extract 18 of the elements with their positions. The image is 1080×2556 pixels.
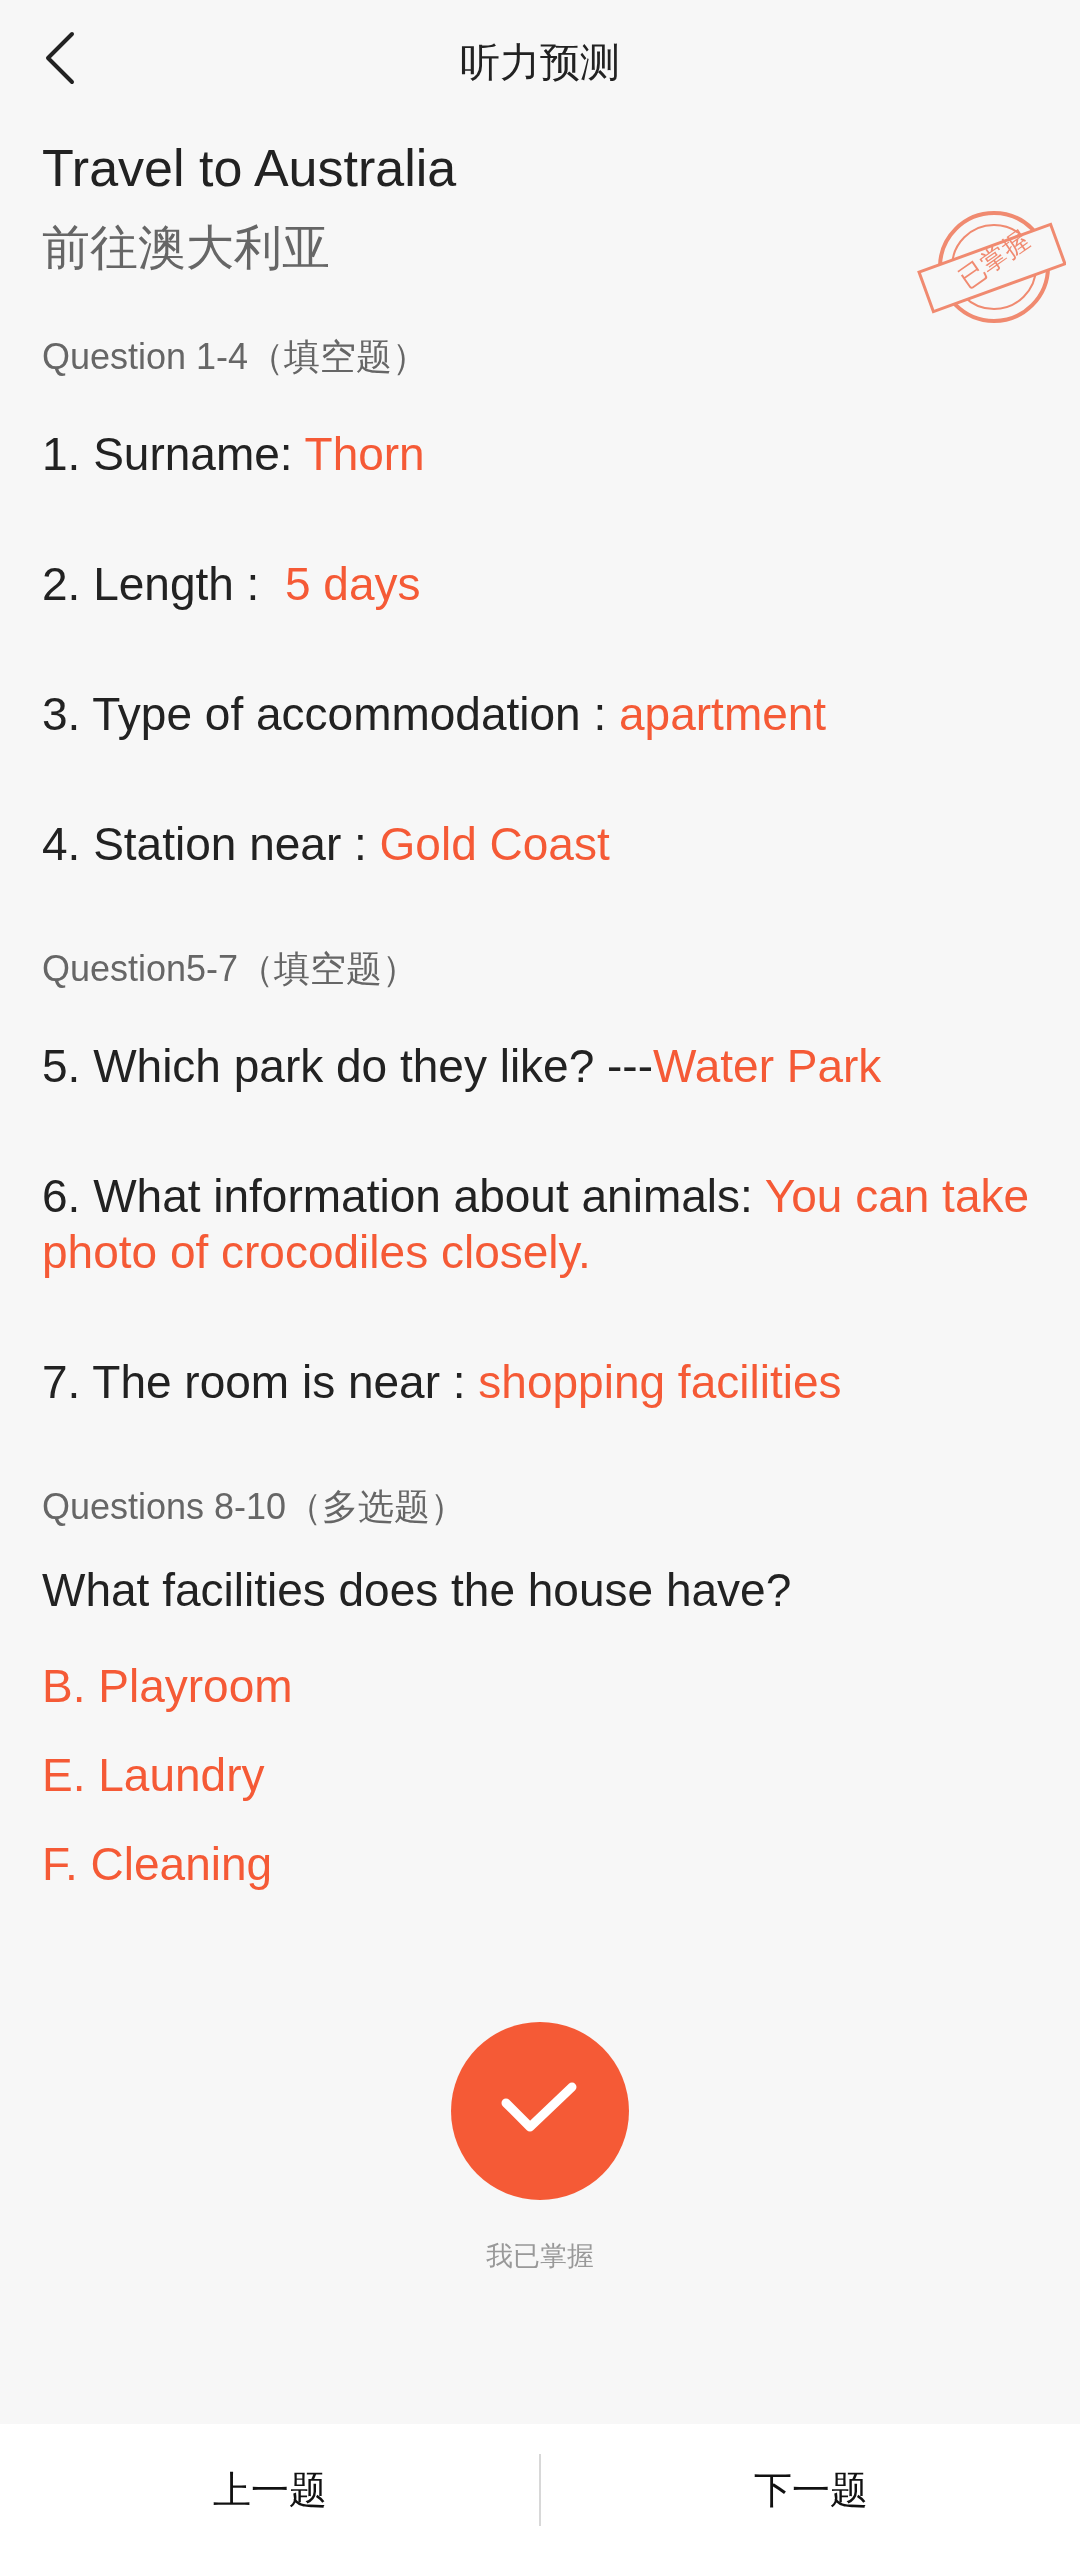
question-text: 4. Station near : Gold Coast <box>42 817 611 872</box>
question-text: 7. The room is near : shopping facilities <box>42 1355 843 1410</box>
question-text: 3. Type of accommodation : apartment <box>42 687 828 742</box>
lesson-title: Travel to Australia <box>42 138 457 199</box>
question-text: 1. Surname: Thorn <box>42 427 426 482</box>
mastered-label: 我已掌握 <box>486 2240 594 2273</box>
answer-option: E. Laundry <box>42 1747 265 1803</box>
question-text: 5. Which park do they like? ---Water Park <box>42 1039 883 1094</box>
answer-option: F. Cleaning <box>42 1836 273 1892</box>
answer-option: B. Playroom <box>42 1658 293 1714</box>
question-text: 6. What information about animals: You can take photo of crocodiles closely. <box>42 1169 1031 1280</box>
question-text: What facilities does the house have? <box>42 1563 792 1618</box>
lesson-subtitle: 前往澳大利亚 <box>42 220 330 276</box>
section-heading: Question 1-4（填空题） <box>42 335 429 379</box>
section-heading: Questions 8-10（多选题） <box>42 1485 467 1529</box>
question-text: 2. Length : 5 days <box>42 557 422 612</box>
page-title: 听力预测 <box>460 38 620 86</box>
section-heading: Question5-7（填空题） <box>42 947 419 991</box>
